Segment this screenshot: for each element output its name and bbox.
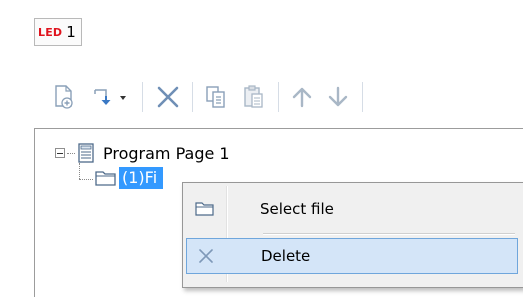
led-tag: LED: [38, 25, 63, 39]
insert-dropdown-button[interactable]: [90, 80, 134, 114]
menu-item-icon: [186, 201, 224, 217]
tree-root-label: Program Page 1: [103, 143, 230, 163]
toolbar: [34, 74, 523, 122]
paste-button[interactable]: [238, 80, 270, 114]
led-value: 1: [66, 23, 76, 41]
toolbar-separator: [362, 82, 363, 112]
menu-separator: [263, 233, 515, 235]
menu-item-label: Delete: [261, 247, 311, 265]
delete-button[interactable]: [152, 80, 184, 114]
collapse-toggle[interactable]: [55, 148, 65, 158]
move-down-button[interactable]: [322, 80, 354, 114]
move-up-button[interactable]: [286, 80, 318, 114]
move-down-icon: [328, 86, 348, 107]
delete-x-icon: [199, 249, 213, 263]
delete-x-icon: [157, 86, 179, 108]
menu-item-label: Select file: [260, 200, 334, 218]
folder-icon: [195, 202, 214, 216]
led-indicator: LED 1: [34, 18, 82, 46]
tree-connector: [79, 163, 80, 179]
context-menu: Select file Delete: [182, 182, 523, 288]
new-page-button[interactable]: [48, 80, 80, 114]
menu-item-delete[interactable]: Delete: [186, 238, 518, 274]
folder-icon: [95, 171, 116, 186]
tree-child-node-selected[interactable]: (1)Fi: [119, 167, 164, 189]
paste-icon: [244, 85, 263, 108]
tree-connector: [67, 152, 75, 154]
tree-connector: [79, 179, 93, 180]
menu-item-icon: [187, 247, 225, 265]
new-page-icon: [55, 85, 73, 109]
toolbar-separator: [142, 82, 143, 112]
toolbar-separator: [278, 82, 279, 112]
menu-item-select-file[interactable]: Select file: [186, 191, 518, 227]
copy-button[interactable]: [200, 80, 232, 114]
toolbar-separator: [192, 82, 193, 112]
tree-root-node[interactable]: Program Page 1: [55, 143, 230, 163]
move-up-icon: [292, 87, 312, 108]
copy-icon: [206, 86, 225, 108]
insert-dropdown-icon: [94, 89, 126, 105]
led-badge: LED 1: [34, 18, 82, 46]
page-icon: [78, 143, 94, 163]
